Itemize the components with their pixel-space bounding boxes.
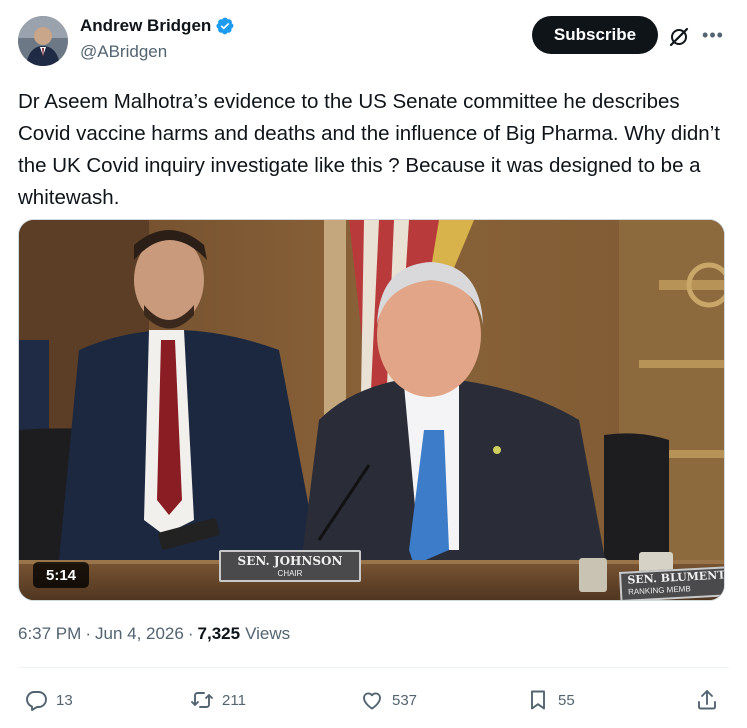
nameplate-sub-text: CHAIR	[277, 569, 303, 578]
tweet-meta: 6:37 PM · Jun 4, 2026 · 7,325 Views	[18, 624, 290, 644]
tweet-card: Andrew Bridgen @ABridgen Subscribe ••• D…	[0, 0, 747, 728]
verified-badge-icon	[215, 16, 235, 36]
share-icon	[698, 690, 716, 710]
like-count: 537	[392, 691, 418, 709]
views-count: 7,325	[197, 624, 241, 643]
heart-icon	[363, 692, 381, 710]
tweet-time[interactable]: 6:37 PM	[18, 624, 81, 644]
nameplate-main-text: SEN. JOHNSON	[237, 554, 343, 568]
bookmark-icon	[531, 690, 545, 710]
avatar[interactable]	[18, 16, 68, 66]
bookmark-count: 55	[558, 691, 575, 709]
repost-button[interactable]: 211	[190, 688, 246, 712]
grok-icon[interactable]	[668, 26, 690, 48]
author-handle[interactable]: @ABridgen	[80, 42, 167, 62]
reply-icon	[26, 691, 47, 711]
tweet-date[interactable]: Jun 4, 2026	[95, 624, 184, 644]
video-duration-badge: 5:14	[33, 562, 89, 588]
author-name-row[interactable]: Andrew Bridgen	[80, 16, 235, 36]
share-button[interactable]	[695, 688, 719, 712]
tweet-text: Dr Aseem Malhotra’s evidence to the US S…	[18, 90, 720, 209]
views-label: Views	[245, 624, 291, 643]
like-button[interactable]: 537	[360, 688, 417, 712]
more-dots-icon[interactable]: •••	[702, 24, 724, 46]
meta-separator: ·	[85, 624, 91, 643]
video-thumbnail	[19, 220, 724, 600]
divider	[18, 667, 729, 668]
reply-button[interactable]: 13	[24, 688, 73, 712]
meta-separator: ·	[187, 624, 194, 643]
nameplate-blumenthal: SEN. BLUMENTH RANKING MEMB	[619, 566, 724, 600]
reply-count: 13	[56, 691, 73, 709]
repost-icon	[191, 692, 213, 708]
subscribe-button[interactable]: Subscribe	[532, 16, 658, 54]
video-media[interactable]: SEN. JOHNSON CHAIR SEN. BLUMENTH RANKING…	[18, 219, 725, 601]
bookmark-button[interactable]: 55	[526, 688, 575, 712]
repost-count: 211	[222, 691, 246, 709]
nameplate-johnson: SEN. JOHNSON CHAIR	[219, 550, 361, 582]
author-display-name[interactable]: Andrew Bridgen	[80, 16, 211, 36]
